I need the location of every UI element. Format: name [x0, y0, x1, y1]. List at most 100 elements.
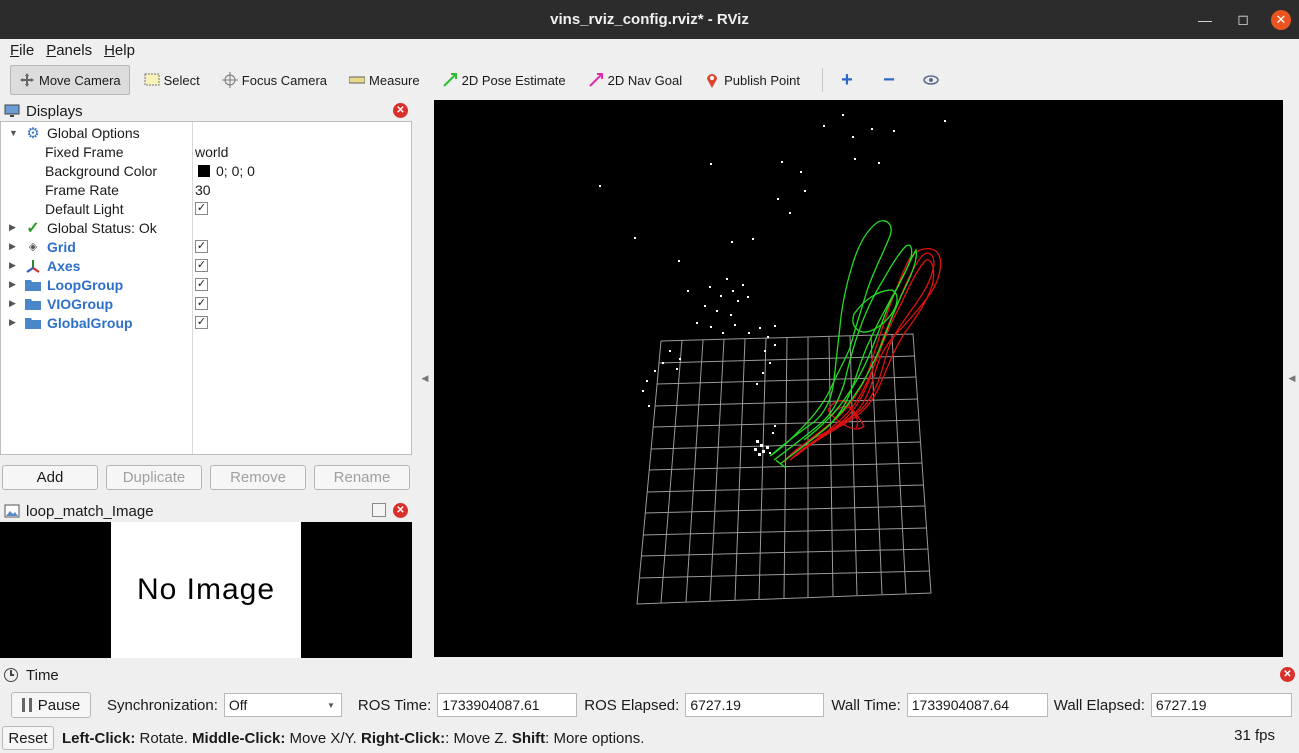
fixed-frame-value[interactable]: world: [195, 144, 228, 160]
eye-icon: [923, 72, 939, 88]
minimize-icon[interactable]: —: [1195, 10, 1215, 30]
tree-row-frame-rate[interactable]: Frame Rate 30: [1, 180, 411, 199]
point-cloud: [599, 114, 946, 456]
checkmark-icon: ✓: [26, 219, 40, 237]
default-light-checkbox[interactable]: ✓: [195, 202, 208, 215]
tree-row-fixed-frame[interactable]: Fixed Frame world: [1, 142, 411, 161]
wall-time-label: Wall Time:: [831, 696, 901, 714]
render-viewport[interactable]: [434, 100, 1283, 657]
globalgroup-checkbox[interactable]: ✓: [195, 316, 208, 329]
folder-icon: [25, 296, 41, 312]
folder-icon: [25, 277, 41, 293]
view-options-button[interactable]: [915, 65, 951, 95]
ros-time-field[interactable]: 1733904087.61: [437, 693, 578, 717]
sync-select[interactable]: Off ▼: [223, 693, 342, 717]
pause-icon: [21, 698, 32, 712]
measure-tool[interactable]: Measure: [341, 65, 428, 95]
tree-row-global-status[interactable]: ▶ ✓ Global Status: Ok: [1, 218, 411, 237]
maximize-icon[interactable]: ◻: [1233, 10, 1253, 30]
clock-icon: [4, 668, 18, 682]
tree-row-background-color[interactable]: Background Color 0; 0; 0: [1, 161, 411, 180]
pose-estimate-tool[interactable]: 2D Pose Estimate: [434, 65, 574, 95]
reset-button[interactable]: Reset: [2, 726, 54, 750]
left-collapse-handle[interactable]: ◀: [418, 100, 432, 657]
close-displays-icon[interactable]: ✕: [393, 103, 408, 118]
tree-row-grid[interactable]: ▶ ◈ Grid ✓: [1, 237, 411, 256]
nav-goal-tool[interactable]: 2D Nav Goal: [580, 65, 690, 95]
ros-elapsed-label: ROS Elapsed:: [584, 696, 680, 714]
grid-display: [636, 333, 932, 605]
tree-row-global-options[interactable]: ▼ ⚙ Global Options: [1, 123, 411, 142]
folder-icon: [25, 315, 41, 331]
expand-arrow-icon[interactable]: ▶: [9, 241, 16, 252]
focus-camera-tool[interactable]: Focus Camera: [214, 65, 335, 95]
title-bar: vins_rviz_config.rviz* - RViz — ◻ ✕: [0, 0, 1299, 39]
right-collapse-handle[interactable]: ◀: [1286, 100, 1298, 657]
select-tool[interactable]: Select: [136, 65, 208, 95]
tree-row-viogroup[interactable]: ▶ VIOGroup ✓: [1, 294, 411, 313]
close-icon[interactable]: ✕: [1271, 9, 1291, 30]
tool-bar: Move Camera Select Focus Camera Measure …: [0, 62, 1299, 98]
menu-help[interactable]: Help: [98, 42, 141, 59]
duplicate-button[interactable]: Duplicate: [106, 465, 202, 490]
background-color-value: 0; 0; 0: [216, 162, 255, 179]
add-button[interactable]: Add: [2, 465, 98, 490]
close-image-panel-icon[interactable]: ✕: [393, 503, 408, 518]
ros-time-label: ROS Time:: [357, 696, 432, 714]
image-icon: [4, 504, 20, 518]
expand-arrow-icon[interactable]: ▶: [9, 317, 16, 328]
expand-arrow-icon[interactable]: ▶: [9, 298, 16, 309]
grid-checkbox[interactable]: ✓: [195, 240, 208, 253]
no-image-placeholder: No Image: [111, 522, 301, 658]
minus-icon: −: [883, 68, 895, 91]
select-icon: [144, 72, 160, 88]
frame-rate-value[interactable]: 30: [195, 182, 211, 198]
publish-point-tool[interactable]: Publish Point: [696, 65, 808, 95]
loopgroup-checkbox[interactable]: ✓: [195, 278, 208, 291]
ros-elapsed-field[interactable]: 6727.19: [685, 693, 825, 717]
status-bar: Reset Left-Click: Rotate. Middle-Click: …: [0, 725, 1299, 751]
wall-time-field[interactable]: 1733904087.64: [906, 693, 1048, 717]
rename-button[interactable]: Rename: [314, 465, 410, 490]
wall-elapsed-label: Wall Elapsed:: [1053, 696, 1145, 714]
expand-arrow-icon[interactable]: ▼: [9, 128, 18, 138]
color-swatch[interactable]: [198, 164, 210, 177]
tree-row-globalgroup[interactable]: ▶ GlobalGroup ✓: [1, 313, 411, 332]
wall-elapsed-field[interactable]: 6727.19: [1150, 693, 1292, 717]
status-hint: Left-Click: Rotate. Middle-Click: Move X…: [62, 729, 645, 747]
displays-tree[interactable]: ▼ ⚙ Global Options Fixed Frame world Bac…: [0, 121, 412, 455]
pause-button[interactable]: Pause: [11, 692, 91, 718]
remove-button[interactable]: Remove: [210, 465, 306, 490]
viogroup-checkbox[interactable]: ✓: [195, 297, 208, 310]
tree-row-axes[interactable]: ▶ Axes ✓: [1, 256, 411, 275]
menu-file[interactable]: File: [4, 42, 40, 59]
undock-icon[interactable]: [372, 503, 386, 517]
menu-panels[interactable]: Panels: [40, 42, 98, 59]
window-title: vins_rviz_config.rviz* - RViz: [550, 11, 749, 28]
axes-icon: [25, 258, 41, 274]
expand-arrow-icon[interactable]: ▶: [9, 260, 16, 271]
scene-3d[interactable]: [434, 100, 1283, 657]
expand-arrow-icon[interactable]: ▶: [9, 222, 16, 233]
display-buttons: Add Duplicate Remove Rename: [2, 465, 412, 491]
menu-bar: File Panels Help: [0, 39, 1299, 61]
trajectory-red: [783, 247, 942, 463]
expand-arrow-icon[interactable]: ▶: [9, 279, 16, 290]
gear-icon: ⚙: [26, 124, 40, 142]
time-panel-header: Time ✕: [0, 665, 1299, 685]
axes-checkbox[interactable]: ✓: [195, 259, 208, 272]
tree-row-loopgroup[interactable]: ▶ LoopGroup ✓: [1, 275, 411, 294]
add-tool-button[interactable]: +: [831, 65, 867, 95]
pink-arrow-icon: [588, 72, 604, 88]
close-time-panel-icon[interactable]: ✕: [1280, 667, 1295, 682]
focus-camera-icon: [221, 72, 238, 88]
move-camera-icon: [19, 72, 35, 88]
move-camera-tool[interactable]: Move Camera: [10, 65, 130, 95]
ruler-icon: [349, 72, 366, 88]
tree-row-default-light[interactable]: Default Light ✓: [1, 199, 411, 218]
monitor-icon: [4, 104, 20, 117]
remove-tool-button[interactable]: −: [873, 65, 909, 95]
time-controls: Pause Synchronization: Off ▼ ROS Time: 1…: [0, 690, 1299, 720]
image-view: No Image: [0, 522, 412, 658]
image-panel-header: loop_match_Image ✕: [0, 501, 412, 521]
